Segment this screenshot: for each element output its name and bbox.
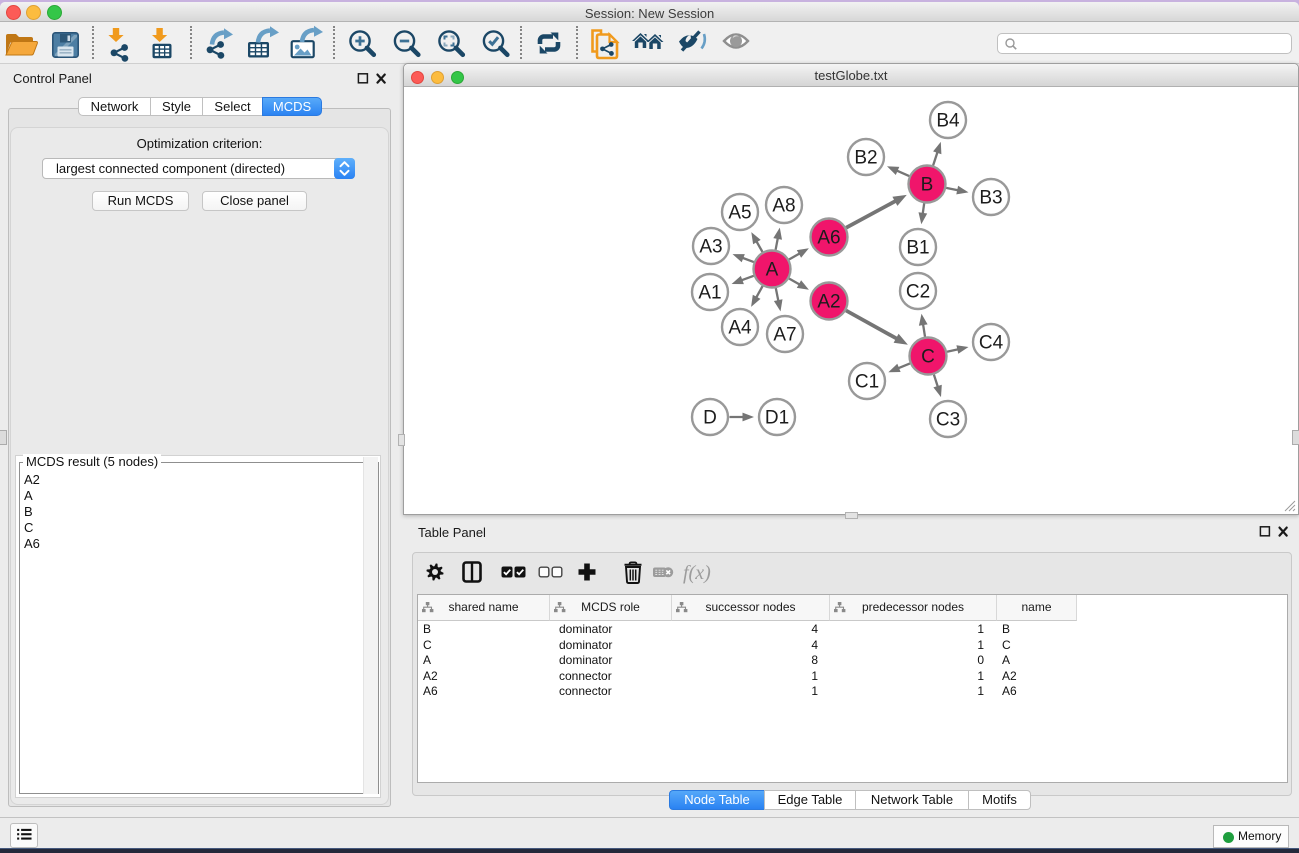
- svg-text:A: A: [766, 260, 779, 281]
- svg-text:A1: A1: [698, 283, 721, 304]
- svg-text:B2: B2: [854, 148, 877, 169]
- svg-text:C: C: [921, 347, 935, 368]
- svg-text:A8: A8: [772, 196, 795, 217]
- svg-text:A3: A3: [699, 237, 722, 258]
- svg-text:A4: A4: [728, 318, 752, 339]
- svg-text:C4: C4: [979, 333, 1004, 354]
- svg-text:A6: A6: [817, 228, 840, 249]
- svg-text:C2: C2: [906, 282, 930, 303]
- svg-text:C3: C3: [936, 410, 960, 431]
- svg-text:B1: B1: [906, 238, 929, 259]
- svg-text:B: B: [921, 175, 934, 196]
- svg-text:A5: A5: [728, 203, 751, 224]
- svg-text:f(x): f(x): [683, 562, 711, 584]
- svg-text:B4: B4: [936, 111, 960, 132]
- svg-text:D1: D1: [765, 408, 789, 429]
- svg-text:B3: B3: [979, 188, 1002, 209]
- svg-text:A2: A2: [817, 292, 840, 313]
- svg-text:C1: C1: [855, 372, 879, 393]
- svg-text:A7: A7: [773, 325, 796, 346]
- svg-text:D: D: [703, 408, 717, 429]
